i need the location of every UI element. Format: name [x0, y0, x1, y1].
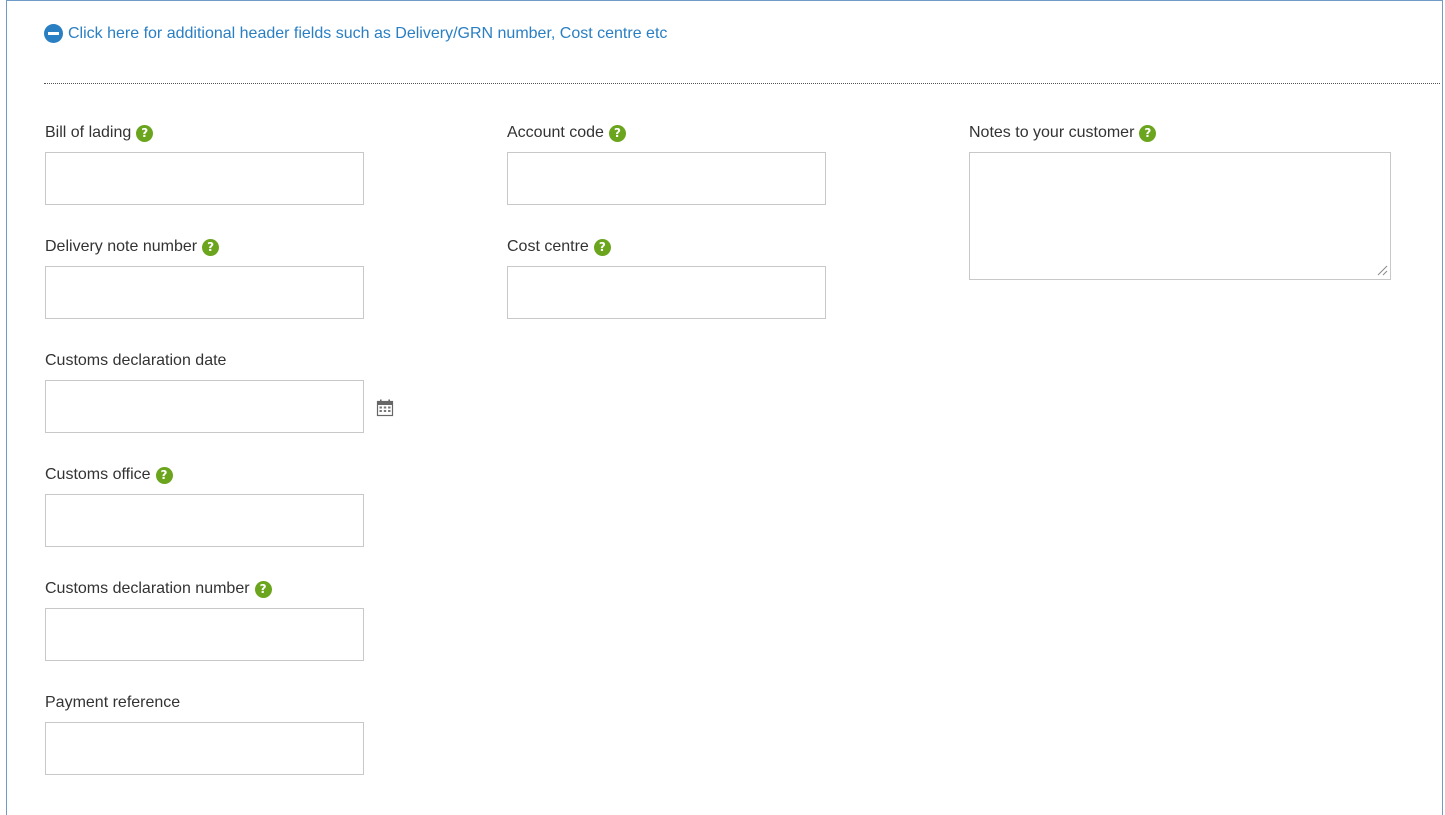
notes-to-customer-textarea[interactable] — [969, 152, 1391, 280]
customs-office-label-text: Customs office — [45, 466, 151, 483]
payment-reference-input[interactable] — [45, 722, 364, 775]
delivery-note-number-label-text: Delivery note number — [45, 238, 198, 255]
customs-office-input[interactable] — [45, 494, 364, 547]
account-code-input[interactable] — [507, 152, 826, 205]
customs-declaration-date-input[interactable] — [45, 380, 364, 433]
customs-declaration-number-input[interactable] — [45, 608, 364, 661]
cost-centre-label: Cost centre ? — [507, 238, 611, 256]
customs-office-label: Customs office ? — [45, 466, 173, 484]
payment-reference-label-text: Payment reference — [45, 694, 181, 711]
customs-declaration-date-label: Customs declaration date — [45, 352, 226, 370]
bill-of-lading-label: Bill of lading ? — [45, 124, 154, 142]
account-code-help-icon[interactable]: ? — [608, 124, 626, 142]
customs-declaration-date-label-text: Customs declaration date — [45, 352, 227, 369]
cost-centre-label-text: Cost centre — [507, 238, 589, 255]
toggle-link-label: Click here for additional header fields … — [68, 24, 668, 42]
payment-reference-label: Payment reference — [45, 694, 180, 712]
bill-of-lading-input[interactable] — [45, 152, 364, 205]
customs-declaration-number-label: Customs declaration number ? — [45, 580, 272, 598]
additional-header-panel: Click here for additional header fields … — [6, 0, 1443, 815]
minus-circle-icon — [44, 24, 63, 43]
additional-header-toggle-link[interactable]: Click here for additional header fields … — [44, 24, 667, 43]
bill-of-lading-label-text: Bill of lading — [45, 124, 132, 141]
calendar-icon[interactable] — [376, 399, 394, 417]
customs-office-help-icon[interactable]: ? — [155, 466, 173, 484]
delivery-note-number-input[interactable] — [45, 266, 364, 319]
delivery-note-number-help-icon[interactable]: ? — [202, 238, 220, 256]
account-code-label-text: Account code — [507, 124, 604, 141]
delivery-note-number-label: Delivery note number ? — [45, 238, 220, 256]
resize-handle-icon[interactable] — [1376, 264, 1388, 276]
bill-of-lading-help-icon[interactable]: ? — [136, 124, 154, 142]
section-divider — [44, 83, 1440, 84]
notes-to-customer-label-text: Notes to your customer — [969, 124, 1135, 141]
account-code-label: Account code ? — [507, 124, 626, 142]
notes-to-customer-label: Notes to your customer ? — [969, 124, 1157, 142]
customs-declaration-number-label-text: Customs declaration number — [45, 580, 250, 597]
notes-to-customer-help-icon[interactable]: ? — [1139, 124, 1157, 142]
cost-centre-input[interactable] — [507, 266, 826, 319]
customs-declaration-number-help-icon[interactable]: ? — [254, 580, 272, 598]
cost-centre-help-icon[interactable]: ? — [593, 238, 611, 256]
